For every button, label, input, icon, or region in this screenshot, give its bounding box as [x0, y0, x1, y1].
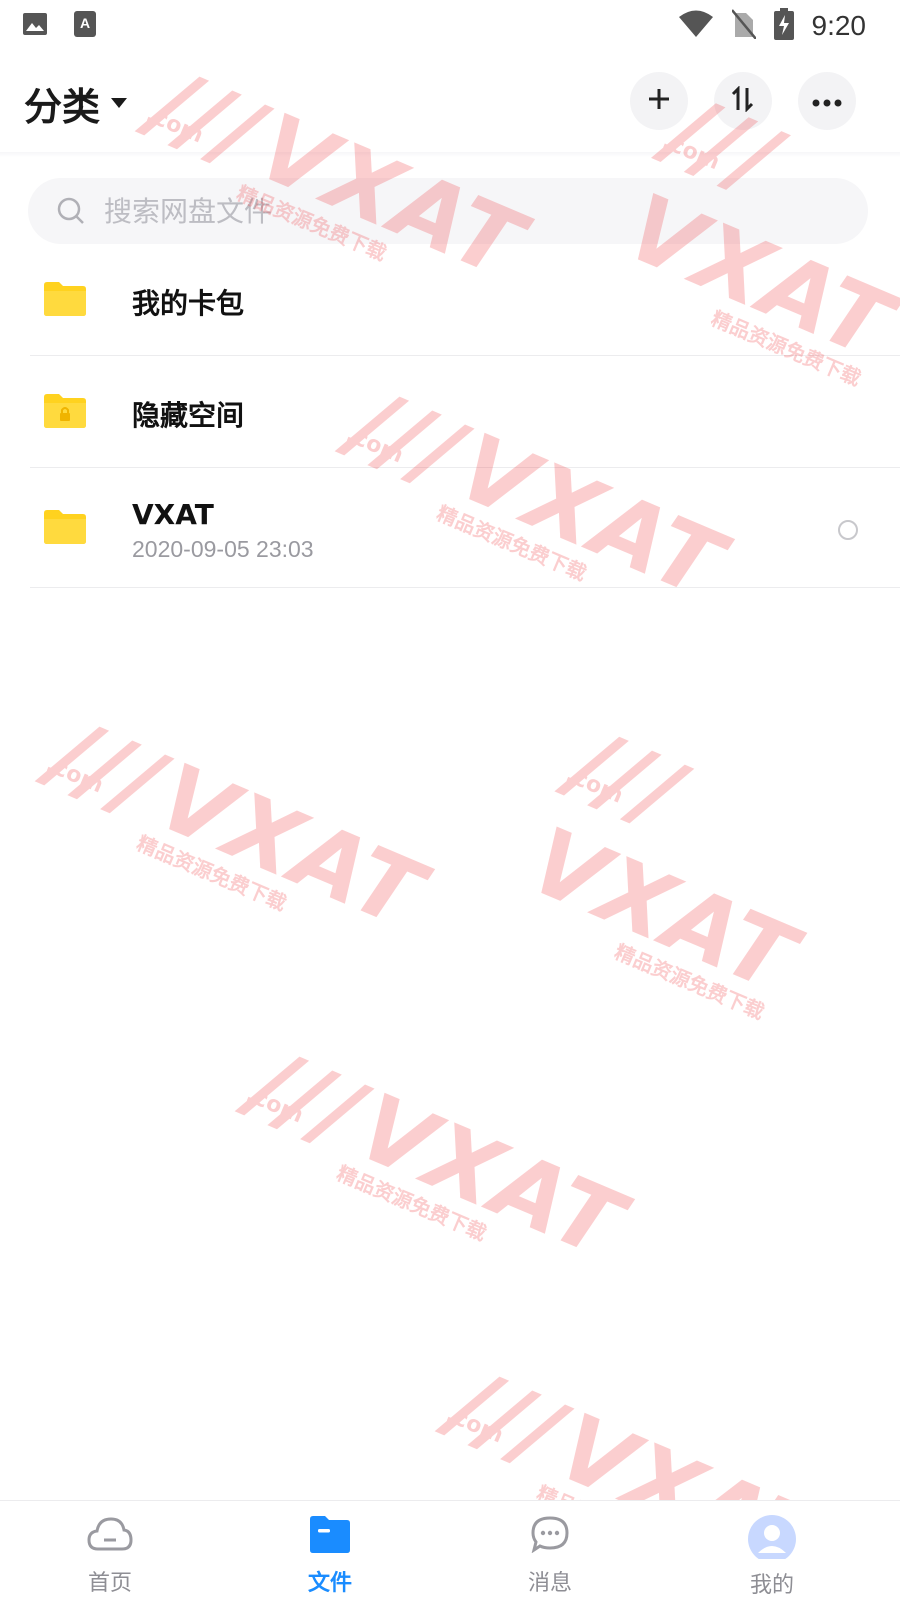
svg-text:A: A: [80, 15, 90, 31]
nav-home[interactable]: 首页: [50, 1515, 170, 1597]
folder-icon: [44, 510, 86, 548]
status-bar: A 9:20: [0, 0, 900, 50]
add-icon: [648, 88, 670, 114]
header-divider: [0, 152, 900, 157]
more-button[interactable]: [798, 72, 856, 130]
folder-icon: [44, 282, 86, 320]
text-notification-icon: A: [74, 11, 96, 41]
list-item[interactable]: 隐藏空间: [0, 356, 900, 468]
wifi-icon: [678, 10, 714, 42]
page-title: 分类: [24, 85, 101, 129]
select-checkbox[interactable]: [838, 520, 858, 540]
more-icon: [812, 92, 842, 111]
file-name: VXAT: [132, 498, 214, 531]
clock: 9:20: [811, 10, 867, 41]
add-button[interactable]: [630, 72, 688, 130]
sort-icon: [730, 85, 756, 116]
avatar-icon: [746, 1515, 798, 1563]
file-name: 我的卡包: [132, 287, 245, 320]
locked-folder-icon: [44, 394, 86, 432]
nav-label: 消息: [527, 1571, 572, 1596]
watermark: ///VXAT 精品资源免费下载 .com: [237, 1028, 639, 1280]
nav-label: 我的: [749, 1573, 794, 1598]
search-bar[interactable]: [28, 178, 868, 244]
search-input[interactable]: [104, 194, 804, 228]
list-item[interactable]: 我的卡包: [0, 248, 900, 356]
file-date: 2020-09-05 23:03: [132, 536, 314, 562]
category-dropdown[interactable]: 分类: [24, 76, 128, 131]
cloud-icon: [87, 1515, 133, 1557]
search-icon: [56, 196, 86, 226]
nav-profile[interactable]: 我的: [712, 1515, 832, 1599]
nav-label: 文件: [307, 1571, 352, 1596]
list-item[interactable]: VXAT 2020-09-05 23:03: [0, 468, 900, 588]
nav-label: 首页: [87, 1571, 132, 1596]
nav-files[interactable]: 文件: [270, 1515, 390, 1597]
top-bar: 分类: [0, 70, 900, 134]
watermark: ///VXAT 精品资源免费下载 .com: [37, 698, 439, 950]
caret-down-icon: [110, 94, 128, 113]
sort-button[interactable]: [714, 72, 772, 130]
file-name: 隐藏空间: [132, 399, 245, 432]
bottom-nav: 首页 文件 消息 我的: [0, 1500, 900, 1600]
message-icon: [530, 1515, 570, 1557]
no-sim-icon: [730, 9, 757, 43]
row-divider: [30, 587, 900, 588]
image-icon: [22, 11, 48, 41]
battery-charging-icon: [773, 8, 794, 44]
watermark: ///VXAT 精品资源免费下载 .com: [515, 708, 811, 1025]
nav-messages[interactable]: 消息: [490, 1515, 610, 1597]
folder-icon: [310, 1515, 350, 1557]
